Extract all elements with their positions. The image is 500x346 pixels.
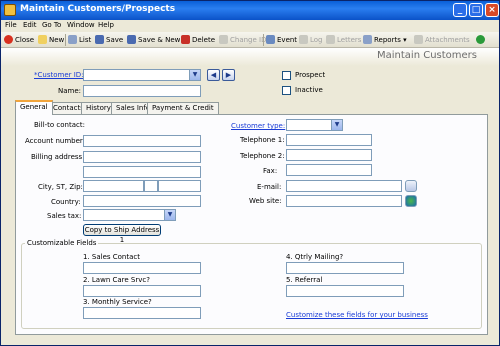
telephone-1-field[interactable] — [286, 134, 372, 146]
website-label: Web site: — [249, 197, 282, 205]
menu-edit[interactable]: Edit — [23, 21, 37, 29]
city-st-zip-label: City, ST, Zip: — [38, 183, 83, 191]
custom-field-2-label: 2. Lawn Care Srvc? — [83, 276, 150, 284]
minimize-button[interactable]: _ — [453, 3, 467, 17]
custom-field-4-label: 4. Qtrly Mailing? — [286, 253, 344, 261]
dropdown-arrow-icon[interactable]: ▼ — [164, 210, 175, 220]
menu-goto[interactable]: Go To — [42, 21, 61, 29]
zip-field[interactable] — [158, 180, 201, 192]
log-button[interactable]: Log — [299, 34, 323, 46]
website-field[interactable] — [286, 195, 402, 207]
menu-bar: File Edit Go To Window Help — [1, 20, 499, 32]
inactive-label: Inactive — [295, 86, 323, 94]
title-bar: Maintain Customers/Prospects _ □ × — [1, 1, 499, 20]
list-icon — [68, 35, 77, 44]
tab-general[interactable]: General — [15, 100, 53, 115]
custom-field-3-label: 3. Monthly Service? — [83, 298, 152, 306]
help-button[interactable] — [476, 34, 487, 46]
prospect-label: Prospect — [295, 71, 326, 79]
sales-tax-label: Sales tax: — [47, 212, 82, 220]
city-field[interactable] — [83, 180, 144, 192]
app-icon — [4, 4, 16, 16]
billing-address-line1-field[interactable] — [83, 151, 201, 163]
billing-address-line2-field[interactable] — [83, 166, 201, 178]
custom-field-3-input[interactable] — [83, 307, 201, 319]
custom-field-5-input[interactable] — [286, 285, 404, 297]
send-email-icon[interactable] — [405, 180, 417, 192]
maintain-customers-window: Maintain Customers/Prospects _ □ × File … — [0, 0, 500, 346]
close-icon — [4, 35, 13, 44]
help-icon — [476, 35, 485, 44]
maximize-button[interactable]: □ — [469, 3, 483, 17]
prospect-checkbox[interactable] — [282, 71, 291, 80]
account-number-field[interactable] — [83, 135, 201, 147]
country-field[interactable] — [83, 195, 201, 207]
telephone-2-field[interactable] — [286, 149, 372, 161]
custom-field-1-input[interactable] — [83, 262, 201, 274]
dropdown-arrow-icon[interactable]: ▼ — [331, 120, 342, 130]
list-button[interactable]: List — [68, 34, 91, 46]
telephone-1-label: Telephone 1: — [240, 136, 285, 144]
customer-type-field[interactable]: ▼ — [286, 119, 343, 131]
log-icon — [299, 35, 308, 44]
country-label: Country: — [51, 198, 81, 206]
custom-field-1-label: 1. Sales Contact — [83, 253, 140, 261]
save-icon — [95, 35, 104, 44]
dropdown-arrow-icon[interactable]: ▼ — [189, 70, 200, 80]
event-icon — [266, 35, 275, 44]
save-button[interactable]: Save — [95, 34, 123, 46]
event-button[interactable]: Event — [266, 34, 297, 46]
save-new-icon — [127, 35, 136, 44]
custom-field-2-input[interactable] — [83, 285, 201, 297]
delete-icon — [181, 35, 190, 44]
customer-id-field[interactable]: ▼ — [83, 69, 201, 81]
reports-icon — [363, 35, 372, 44]
new-icon — [38, 35, 47, 44]
email-label: E-mail: — [257, 183, 282, 191]
new-button[interactable]: New — [38, 34, 64, 46]
letters-icon — [326, 35, 335, 44]
letters-button[interactable]: Letters — [326, 34, 361, 46]
toolbar: Close New List Save Save & New Delete Ch… — [1, 32, 499, 48]
save-new-button[interactable]: Save & New — [127, 34, 180, 46]
menu-window[interactable]: Window — [67, 21, 95, 29]
telephone-2-label: Telephone 2: — [240, 152, 285, 160]
menu-file[interactable]: File — [5, 21, 17, 29]
menu-help[interactable]: Help — [98, 21, 114, 29]
page-title: Maintain Customers — [377, 50, 477, 61]
customize-fields-link[interactable]: Customize these fields for your business — [286, 311, 428, 319]
billing-address-label: Billing address: — [31, 153, 85, 161]
customizable-fields-title: Customizable Fields — [25, 239, 99, 247]
name-field[interactable] — [83, 85, 201, 97]
delete-button[interactable]: Delete — [181, 34, 215, 46]
tab-payment-credit[interactable]: Payment & Credit — [147, 102, 219, 114]
close-button[interactable]: Close — [4, 34, 34, 46]
inactive-checkbox[interactable] — [282, 86, 291, 95]
window-title: Maintain Customers/Prospects — [20, 4, 176, 14]
state-field[interactable] — [144, 180, 158, 192]
reports-button[interactable]: Reports ▾ — [363, 34, 407, 46]
previous-record-button[interactable]: ◀ — [207, 69, 220, 81]
change-id-icon — [219, 35, 228, 44]
sales-tax-field[interactable]: ▼ — [83, 209, 176, 221]
customer-id-label[interactable]: *Customer ID: — [34, 71, 84, 79]
customer-type-label[interactable]: Customer type: — [231, 122, 285, 130]
email-field[interactable] — [286, 180, 402, 192]
copy-to-ship-address-button[interactable]: Copy to Ship Address 1 — [83, 224, 161, 244]
attachments-button[interactable]: Attachments — [414, 34, 470, 46]
fax-field[interactable] — [286, 164, 372, 176]
paperclip-icon — [414, 35, 423, 44]
bill-to-contact-label: Bill-to contact: — [34, 121, 85, 129]
next-record-button[interactable]: ▶ — [222, 69, 235, 81]
fax-label: Fax: — [263, 167, 278, 175]
close-window-button[interactable]: × — [485, 3, 499, 17]
change-id-button[interactable]: Change ID — [219, 34, 266, 46]
name-label: Name: — [58, 87, 82, 95]
account-number-label: Account number: — [25, 137, 86, 145]
custom-field-5-label: 5. Referral — [286, 276, 323, 284]
custom-field-4-input[interactable] — [286, 262, 404, 274]
globe-icon[interactable] — [405, 195, 417, 207]
